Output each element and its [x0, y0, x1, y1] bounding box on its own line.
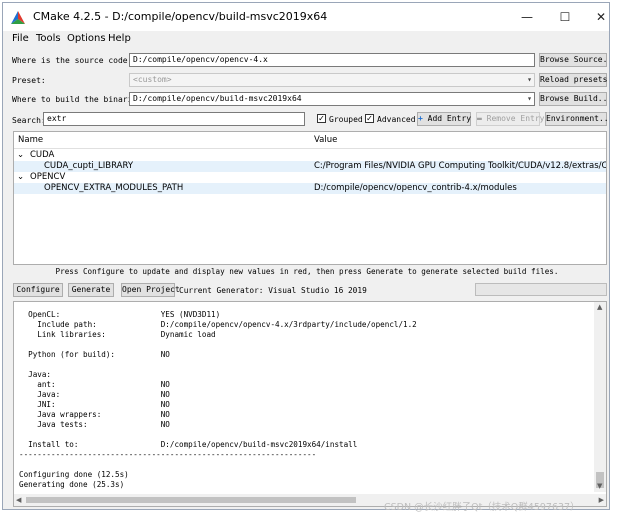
close-button[interactable]: ✕ — [593, 9, 609, 25]
chevron-down-icon: ▾ — [527, 75, 532, 84]
output-line: Generating done (25.3s) — [19, 480, 125, 489]
plus-icon: + — [418, 114, 423, 123]
chevron-down-icon: ▾ — [527, 94, 532, 103]
remove-entry-label: Remove Entry — [486, 114, 545, 123]
output-line: ant: NO — [19, 380, 170, 389]
scroll-left-icon[interactable]: ◀ — [16, 496, 21, 504]
maximize-button[interactable]: ☐ — [557, 9, 573, 25]
current-generator-label: Current Generator: Visual Studio 16 2019 — [179, 286, 367, 295]
preset-combo[interactable]: <custom> ▾ — [129, 73, 535, 87]
advanced-label: Advanced — [377, 115, 416, 124]
vertical-scrollbar[interactable]: ▲ ▼ — [594, 302, 606, 492]
entry-value: D:/compile/opencv/opencv_contrib-4.x/mod… — [314, 183, 517, 193]
output-line: Java wrappers: NO — [19, 410, 170, 419]
tree-entry-row[interactable]: CUDA_cupti_LIBRARY C:/Program Files/NVID… — [14, 161, 606, 172]
advanced-checkbox[interactable]: ✓ — [365, 114, 374, 123]
preset-label: Preset: — [12, 76, 46, 85]
progress-bar — [475, 283, 607, 296]
menu-options[interactable]: Options — [67, 33, 106, 44]
column-name-header[interactable]: Name — [18, 135, 43, 145]
tree-header: Name Value — [14, 132, 606, 149]
cache-tree[interactable]: Name Value ⌄ CUDA CUDA_cupti_LIBRARY C:/… — [13, 131, 607, 265]
group-name: CUDA — [30, 150, 55, 160]
title-bar: CMake 4.2.5 - D:/compile/opencv/build-ms… — [3, 3, 609, 31]
output-line: Java: — [19, 370, 52, 379]
chevron-down-icon[interactable]: ⌄ — [17, 150, 24, 160]
entry-value: C:/Program Files/NVIDIA GPU Computing To… — [314, 161, 607, 171]
output-line: JNI: NO — [19, 400, 170, 409]
search-label: Search: — [12, 116, 46, 125]
entry-name: CUDA_cupti_LIBRARY — [44, 161, 134, 171]
window-title: CMake 4.2.5 - D:/compile/opencv/build-ms… — [33, 10, 328, 23]
tree-group-row[interactable]: ⌄ OPENCV — [14, 172, 606, 183]
output-line: Include path: D:/compile/opencv/opencv-4… — [19, 320, 417, 329]
minimize-button[interactable]: — — [519, 9, 535, 25]
menu-tools[interactable]: Tools — [36, 33, 61, 44]
tree-entry-row[interactable]: OPENCV_EXTRA_MODULES_PATH D:/compile/ope… — [14, 183, 606, 194]
browse-build-button[interactable]: Browse Build... — [539, 92, 609, 106]
build-path-combo[interactable]: D:/compile/opencv/build-msvc2019x64 ▾ — [129, 92, 535, 106]
source-label: Where is the source code: — [12, 56, 133, 65]
chevron-down-icon[interactable]: ⌄ — [17, 172, 24, 182]
output-line: ----------------------------------------… — [19, 450, 317, 459]
tree-group-row[interactable]: ⌄ CUDA — [14, 150, 606, 161]
cmake-window: CMake 4.2.5 - D:/compile/opencv/build-ms… — [2, 2, 610, 510]
remove-entry-button[interactable]: ▬ Remove Entry — [476, 112, 544, 126]
hint-text: Press Configure to update and display ne… — [55, 267, 559, 276]
build-path-value: D:/compile/opencv/build-msvc2019x64 — [133, 94, 302, 103]
scroll-up-icon[interactable]: ▲ — [597, 303, 602, 311]
search-input[interactable]: extr — [43, 112, 305, 126]
add-entry-button[interactable]: + Add Entry — [417, 112, 471, 126]
open-project-button[interactable]: Open Project — [121, 283, 180, 297]
menu-bar: File Tools Options Help — [3, 31, 609, 49]
preset-value: <custom> — [133, 75, 172, 84]
configure-button[interactable]: Configure — [13, 283, 63, 297]
build-label: Where to build the binaries: — [12, 95, 147, 104]
group-name: OPENCV — [30, 172, 66, 182]
minus-icon: ▬ — [477, 114, 482, 123]
reload-presets-button[interactable]: Reload presets — [539, 73, 607, 87]
grouped-checkbox[interactable]: ✓ — [317, 114, 326, 123]
output-line: Link libraries: Dynamic load — [19, 330, 216, 339]
output-line: Configuring done (12.5s) — [19, 470, 129, 479]
add-entry-label: Add Entry — [427, 114, 472, 123]
scroll-right-icon[interactable]: ▶ — [599, 496, 604, 504]
environment-button[interactable]: Environment... — [545, 112, 609, 126]
horizontal-scroll-thumb[interactable] — [26, 497, 356, 503]
cmake-logo-icon — [11, 11, 25, 24]
output-line: OpenCL: YES (NVD3D11) — [19, 310, 221, 319]
menu-file[interactable]: File — [12, 33, 29, 44]
generate-button[interactable]: Generate — [68, 283, 114, 297]
menu-help[interactable]: Help — [108, 33, 131, 44]
output-line: Install to: D:/compile/opencv/build-msvc… — [19, 440, 358, 449]
browse-source-button[interactable]: Browse Source... — [539, 53, 609, 67]
grouped-label: Grouped — [329, 115, 363, 124]
output-line: Java: NO — [19, 390, 170, 399]
output-log[interactable]: OpenCL: YES (NVD3D11) Include path: D:/c… — [13, 301, 607, 507]
source-path-input[interactable]: D:/compile/opencv/opencv-4.x — [129, 53, 535, 67]
output-line: Java tests: NO — [19, 420, 170, 429]
scroll-down-icon[interactable]: ▼ — [597, 482, 602, 490]
entry-name: OPENCV_EXTRA_MODULES_PATH — [44, 183, 184, 193]
output-line: Python (for build): NO — [19, 350, 170, 359]
column-value-header[interactable]: Value — [314, 135, 337, 145]
watermark-text: CSDN @长沙红胖子Qt（技术Q群4597637） — [384, 502, 580, 513]
